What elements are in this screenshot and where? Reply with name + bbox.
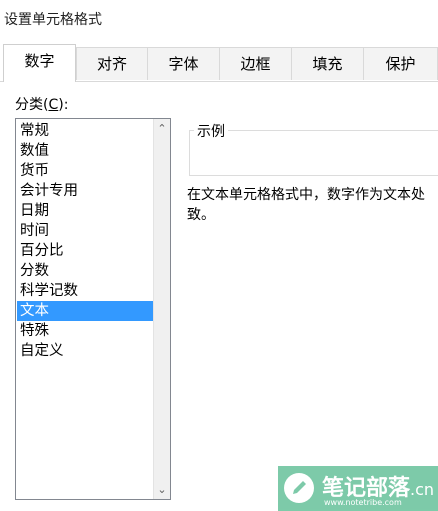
- list-item-scientific[interactable]: 科学记数: [17, 281, 154, 301]
- list-item-custom[interactable]: 自定义: [17, 341, 154, 361]
- tab-protection[interactable]: 保护: [363, 47, 438, 80]
- sample-legend: 示例: [194, 121, 228, 141]
- tab-alignment[interactable]: 对齐: [76, 47, 148, 80]
- list-item-percentage[interactable]: 百分比: [17, 241, 154, 261]
- scroll-up-icon[interactable]: ⌃: [154, 120, 170, 137]
- tab-bar: 数字 对齐 字体 边框 填充 保护: [0, 44, 438, 82]
- category-listbox[interactable]: 常规 数值 货币 会计专用 日期 时间 百分比 分数 科学记数 文本 特殊 自定…: [15, 118, 171, 500]
- list-item-date[interactable]: 日期: [17, 201, 154, 221]
- tab-number[interactable]: 数字: [3, 44, 76, 82]
- description-line-2: 致。: [187, 207, 215, 223]
- list-item-fraction[interactable]: 分数: [17, 261, 154, 281]
- watermark-logo: 笔记部落.cn www.notetribe.com: [278, 466, 438, 511]
- scroll-down-icon[interactable]: ⌄: [154, 481, 170, 498]
- pencil-icon: [284, 473, 314, 503]
- list-item-number[interactable]: 数值: [17, 141, 154, 161]
- list-scrollbar[interactable]: ⌃ ⌄: [153, 119, 170, 499]
- tab-border[interactable]: 边框: [219, 47, 292, 80]
- tab-font[interactable]: 字体: [147, 47, 220, 80]
- watermark-url: www.notetribe.com: [324, 498, 402, 507]
- dialog-title: 设置单元格格式: [4, 12, 102, 28]
- tab-fill[interactable]: 填充: [291, 47, 364, 80]
- description-line-1: 在文本单元格格式中，数字作为文本处: [187, 187, 425, 203]
- list-item-time[interactable]: 时间: [17, 221, 154, 241]
- category-label: 分类(C):: [15, 97, 69, 113]
- list-item-special[interactable]: 特殊: [17, 321, 154, 341]
- list-item-currency[interactable]: 货币: [17, 161, 154, 181]
- format-description: 在文本单元格格式中，数字作为文本处 致。: [187, 185, 438, 225]
- list-item-general[interactable]: 常规: [17, 121, 154, 141]
- list-item-accounting[interactable]: 会计专用: [17, 181, 154, 201]
- list-item-text[interactable]: 文本: [17, 301, 154, 321]
